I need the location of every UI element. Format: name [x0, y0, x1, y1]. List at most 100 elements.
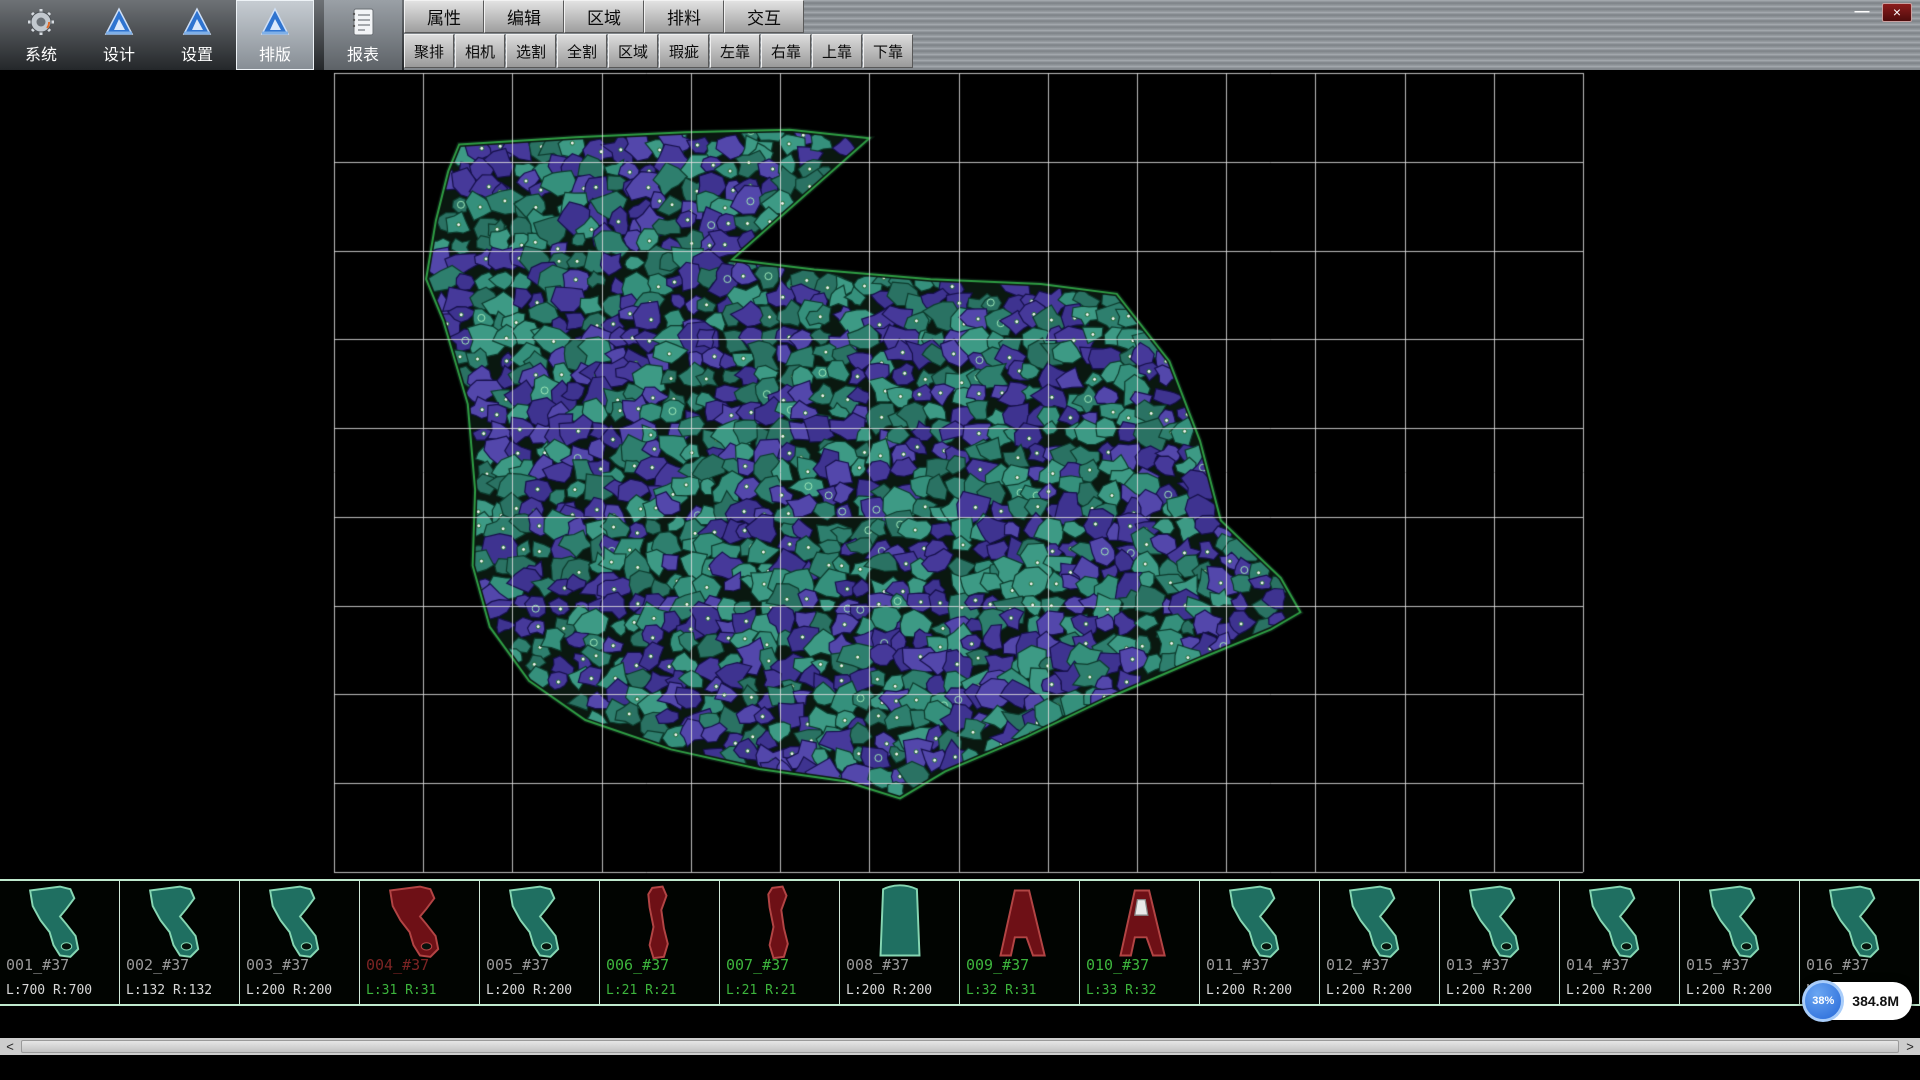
- tool-button-camera[interactable]: 相机: [455, 34, 505, 68]
- menu-tab-edit[interactable]: 编辑: [484, 0, 564, 33]
- piece-thumbnail-strip: 001_#37L:700 R:700002_#37L:132 R:132003_…: [0, 879, 1920, 1006]
- piece-lr-count: L:32 R:31: [966, 983, 1036, 998]
- piece-lr-count: L:200 R:200: [846, 983, 932, 998]
- tool-button-cluster-nest[interactable]: 聚排: [404, 34, 454, 68]
- piece-thumbnail-005[interactable]: 005_#37L:200 R:200: [480, 881, 600, 1004]
- piece-thumbnail-012[interactable]: 012_#37 L:200 R:200: [1320, 881, 1440, 1004]
- big-button-label: 报表: [347, 41, 379, 65]
- piece-name: 001_#37: [6, 956, 69, 974]
- piece-name: 013_#37: [1446, 956, 1509, 974]
- piece-shape: [1701, 884, 1779, 962]
- tool-button-snap-top[interactable]: 上靠: [812, 34, 862, 68]
- set-square-icon: [179, 6, 215, 38]
- piece-lr-count: L:200 R:200: [486, 983, 572, 998]
- piece-thumbnail-003[interactable]: 003_#37 L:200 R:200: [240, 881, 360, 1004]
- piece-lr-count: L:132 R:132: [126, 983, 212, 998]
- menu-tab-properties[interactable]: 属性: [404, 0, 484, 33]
- piece-lr-count: L:200 R:200: [246, 983, 332, 998]
- scrollbar-track[interactable]: [21, 1040, 1899, 1053]
- tool-button-cut-all[interactable]: 全割: [557, 34, 607, 68]
- piece-shape: [1341, 884, 1419, 962]
- big-button-settings[interactable]: 设置: [158, 0, 236, 70]
- piece-name: 006_#37: [606, 956, 669, 974]
- piece-thumbnail-015[interactable]: 015_#37 L:200 R:200: [1680, 881, 1800, 1004]
- piece-thumbnail-009[interactable]: 009_#37L:32 R:31: [960, 881, 1080, 1004]
- gear-icon: [23, 6, 59, 38]
- big-button-label: 设计: [103, 41, 135, 65]
- piece-shape: [261, 884, 339, 962]
- top-toolbar: 系统设计设置排版报表 属性编辑区域排料交互 聚排相机选割全割区域瑕疵左靠右靠上靠…: [0, 0, 1920, 70]
- scroll-left-arrow[interactable]: <: [0, 1039, 20, 1054]
- piece-thumbnail-010[interactable]: 010_#37 L:33 R:32: [1080, 881, 1200, 1004]
- minimize-button[interactable]: —: [1850, 3, 1874, 20]
- tool-button-snap-right[interactable]: 右靠: [761, 34, 811, 68]
- ribbon: 属性编辑区域排料交互 聚排相机选割全割区域瑕疵左靠右靠上靠下靠: [404, 0, 914, 70]
- titlebar-gripper: [914, 0, 1850, 70]
- piece-lr-count: L:200 R:200: [1206, 983, 1292, 998]
- big-toolbar: 系统设计 设置 排版 报表: [0, 0, 404, 70]
- piece-name: 016_#37: [1806, 956, 1869, 974]
- piece-shape: [1221, 884, 1299, 962]
- piece-shape: [1461, 884, 1539, 962]
- piece-thumbnail-013[interactable]: 013_#37 L:200 R:200: [1440, 881, 1560, 1004]
- menu-tab-interaction[interactable]: 交互: [724, 0, 804, 33]
- piece-shape: [141, 884, 219, 962]
- big-button-layout[interactable]: 排版: [236, 0, 314, 70]
- progress-percent: 38%: [1812, 995, 1834, 1007]
- memory-value: 384.8M: [1852, 993, 1899, 1009]
- big-button-design[interactable]: 设计: [80, 0, 158, 70]
- piece-thumbnail-007[interactable]: 007_#37 L:21 R:21: [720, 881, 840, 1004]
- piece-thumbnail-004[interactable]: 004_#37L:31 R:31: [360, 881, 480, 1004]
- close-button[interactable]: ×: [1882, 3, 1912, 22]
- menu-tab-row: 属性编辑区域排料交互: [404, 0, 914, 33]
- horizontal-scrollbar[interactable]: < >: [0, 1038, 1920, 1055]
- piece-name: 007_#37: [726, 956, 789, 974]
- big-button-system[interactable]: 系统: [2, 0, 80, 70]
- piece-lr-count: L:21 R:21: [726, 983, 796, 998]
- set-square-icon: [257, 6, 293, 38]
- piece-shape: [621, 884, 699, 962]
- piece-thumbnail-002[interactable]: 002_#37L:132 R:132: [120, 881, 240, 1004]
- piece-name: 014_#37: [1566, 956, 1629, 974]
- piece-lr-count: L:21 R:21: [606, 983, 676, 998]
- piece-name: 003_#37: [246, 956, 309, 974]
- piece-shape: [741, 884, 819, 962]
- piece-lr-count: L:200 R:200: [1446, 983, 1532, 998]
- piece-shape: [1821, 884, 1899, 962]
- piece-shape: [981, 884, 1059, 962]
- piece-shape: [1101, 884, 1179, 962]
- piece-thumbnail-006[interactable]: 006_#37 L:21 R:21: [600, 881, 720, 1004]
- piece-shape: [861, 884, 939, 962]
- piece-lr-count: L:200 R:200: [1566, 983, 1652, 998]
- tool-button-snap-left[interactable]: 左靠: [710, 34, 760, 68]
- piece-name: 010_#37: [1086, 956, 1149, 974]
- scroll-right-arrow[interactable]: >: [1900, 1039, 1920, 1054]
- big-button-report[interactable]: 报表: [324, 0, 402, 70]
- piece-lr-count: L:33 R:32: [1086, 983, 1156, 998]
- piece-lr-count: L:200 R:200: [1686, 983, 1772, 998]
- piece-name: 012_#37: [1326, 956, 1389, 974]
- tool-button-defect[interactable]: 瑕疵: [659, 34, 709, 68]
- piece-lr-count: L:700 R:700: [6, 983, 92, 998]
- piece-thumbnail-014[interactable]: 014_#37 L:200 R:200: [1560, 881, 1680, 1004]
- piece-shape: [21, 884, 99, 962]
- menu-tab-region[interactable]: 区域: [564, 0, 644, 33]
- nesting-canvas-area[interactable]: [0, 70, 1920, 879]
- piece-thumbnail-011[interactable]: 011_#37L:200 R:200: [1200, 881, 1320, 1004]
- piece-lr-count: L:200 R:200: [1326, 983, 1412, 998]
- piece-shape: [501, 884, 579, 962]
- piece-name: 015_#37: [1686, 956, 1749, 974]
- big-button-label: 设置: [181, 41, 213, 65]
- progress-percent-badge: 38%: [1802, 980, 1844, 1022]
- tool-button-select-cut[interactable]: 选割: [506, 34, 556, 68]
- tool-button-snap-bottom[interactable]: 下靠: [863, 34, 913, 68]
- nesting-canvas[interactable]: [0, 70, 1920, 879]
- tool-button-region[interactable]: 区域: [608, 34, 658, 68]
- window-controls: — ×: [1850, 0, 1920, 70]
- piece-lr-count: L:31 R:31: [366, 983, 436, 998]
- piece-thumbnail-001[interactable]: 001_#37 L:700 R:700: [0, 881, 120, 1004]
- menu-tab-nesting[interactable]: 排料: [644, 0, 724, 33]
- big-button-label: 排版: [259, 41, 291, 65]
- piece-thumbnail-008[interactable]: 008_#37L:200 R:200: [840, 881, 960, 1004]
- piece-shape: [381, 884, 459, 962]
